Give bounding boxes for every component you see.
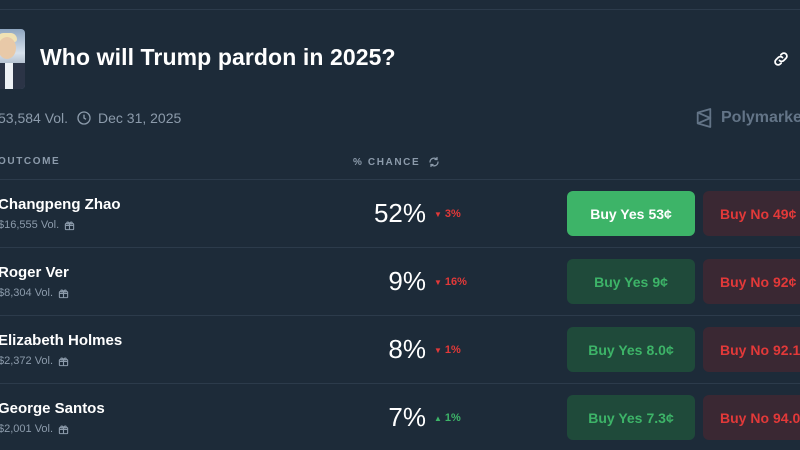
polymarket-logo-icon [696,108,712,128]
outcome-name: Elizabeth Holmes [0,332,123,349]
column-header-outcome: OUTCOME [0,156,61,167]
arrow-down-icon: ▼ [434,277,442,287]
outcome-name: Roger Ver [0,264,69,281]
column-header-chance: % CHANCE [353,156,440,168]
chance-header-label: % CHANCE [353,156,421,168]
outcome-name: George Santos [0,400,105,417]
chance-delta-value: 1% [444,344,461,356]
polymarket-brand[interactable]: Polymarket [695,108,800,128]
yes-price: 8.0¢ [646,341,674,358]
outcome-volume: $2,372 Vol. [0,355,69,367]
buy-yes-button[interactable]: Buy Yes 53¢ [567,191,695,236]
chance-delta-value: 3% [444,208,461,220]
top-divider [0,9,800,10]
outcome-chance: 9% [388,266,426,296]
no-price: 92¢ [773,273,797,290]
yes-price: 53¢ [648,205,672,222]
buy-no-label: Buy No [720,409,769,426]
buy-yes-button[interactable]: Buy Yes 9¢ [567,259,695,304]
buy-no-label: Buy No [720,205,769,222]
yes-price: 9¢ [652,273,668,290]
end-date-text: Dec 31, 2025 [98,110,182,126]
no-price: 92.1¢ [773,341,800,358]
outcome-row[interactable]: Roger Ver $8,304 Vol. 9% ▼ 16% Buy Yes 9… [0,247,800,315]
outcome-volume: $8,304 Vol. [0,287,69,299]
outcome-name: Changpeng Zhao [0,196,121,213]
no-price: 94.0¢ [773,409,800,426]
arrow-up-icon: ▲ [434,413,442,423]
outcome-volume: $16,555 Vol. [0,219,75,231]
buy-yes-label: Buy Yes [588,409,643,426]
buy-yes-label: Buy Yes [594,273,649,290]
arrow-down-icon: ▼ [434,209,442,219]
buy-yes-label: Buy Yes [590,205,645,222]
outcome-row[interactable]: George Santos $2,001 Vol. 7% ▲ 1% Buy Ye… [0,383,800,450]
outcome-volume-text: $2,372 Vol. [0,355,54,367]
outcome-volume-text: $2,001 Vol. [0,423,54,435]
buy-no-button[interactable]: Buy No 49¢ [703,191,800,236]
buy-no-label: Buy No [720,341,769,358]
gift-icon [58,289,69,298]
market-volume: 53,584 Vol. [0,110,69,126]
brand-name: Polymarket [721,109,800,126]
no-price: 49¢ [773,205,797,222]
gift-icon [64,221,75,230]
chance-delta-value: 1% [444,412,461,424]
arrow-down-icon: ▼ [434,345,442,355]
buy-no-button[interactable]: Buy No 92.1¢ [703,327,800,372]
outcome-row[interactable]: Changpeng Zhao $16,555 Vol. 52% ▼ 3% Buy… [0,179,800,247]
market-end-date: Dec 31, 2025 [76,110,181,126]
chance-delta: ▼ 3% [434,208,461,220]
buy-no-button[interactable]: Buy No 92¢ [703,259,800,304]
buy-yes-button[interactable]: Buy Yes 8.0¢ [567,327,695,372]
link-icon[interactable] [772,50,790,68]
outcome-chance: 8% [388,334,426,364]
clock-icon [77,111,91,125]
outcome-volume: $2,001 Vol. [0,423,69,435]
market-title: Who will Trump pardon in 2025? [40,44,396,70]
outcome-chance: 52% [373,198,426,228]
chance-delta: ▲ 1% [434,412,461,424]
outcome-row[interactable]: Elizabeth Holmes $2,372 Vol. 8% ▼ 1% Buy… [0,315,800,383]
gift-icon [58,357,69,366]
outcome-chance: 7% [388,402,426,432]
market-avatar [0,29,25,89]
buy-no-button[interactable]: Buy No 94.0¢ [703,395,800,440]
refresh-icon[interactable] [428,156,440,168]
gift-icon [58,425,69,434]
outcome-volume-text: $16,555 Vol. [0,219,60,231]
chance-delta: ▼ 1% [434,344,461,356]
chance-delta-value: 16% [444,276,467,288]
buy-no-label: Buy No [720,273,769,290]
outcome-volume-text: $8,304 Vol. [0,287,54,299]
chance-delta: ▼ 16% [434,276,467,288]
buy-yes-button[interactable]: Buy Yes 7.3¢ [567,395,695,440]
buy-yes-label: Buy Yes [588,341,643,358]
yes-price: 7.3¢ [646,409,674,426]
